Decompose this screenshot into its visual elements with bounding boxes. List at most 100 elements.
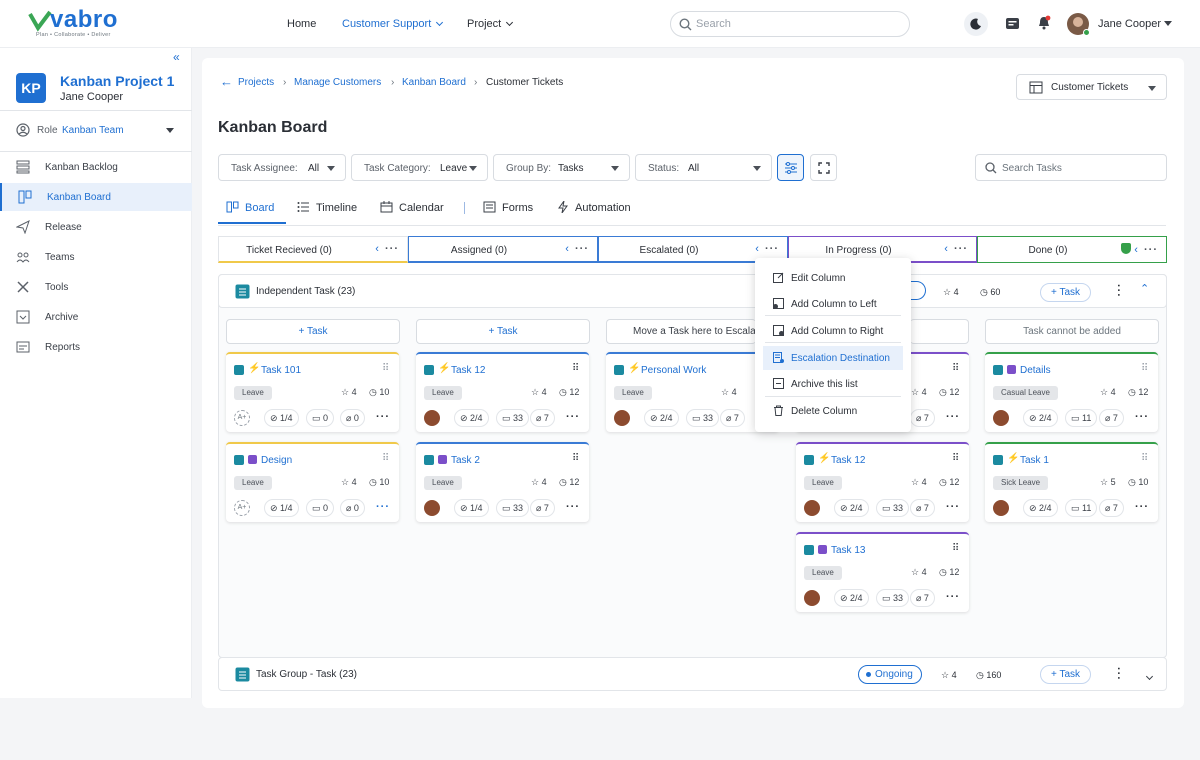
nav-customer-support[interactable]: Customer Support — [342, 18, 444, 30]
group-add-task-button[interactable]: + Task — [1040, 665, 1091, 684]
breadcrumb-projects[interactable]: Projects — [238, 77, 274, 88]
sidebar-item-archive[interactable]: Archive — [0, 303, 192, 331]
group-task-group[interactable]: Task Group - Task (23) Ongoing ☆ 4 ◷ 160… — [218, 657, 1167, 691]
more-options-icon[interactable]: ··· — [1144, 244, 1158, 256]
inbox-icon[interactable] — [1005, 17, 1020, 30]
project-title[interactable]: Kanban Project 1 — [60, 73, 174, 89]
group-independent-task[interactable]: Independent Task (23) ☆ 4 ◷ 60 + Task ··… — [218, 274, 1167, 308]
drag-handle-icon[interactable]: ⠿ — [382, 363, 389, 374]
menu-escalation-destination[interactable]: Escalation Destination — [763, 346, 903, 370]
tab-board[interactable]: Board — [226, 201, 274, 214]
sidebar-item-kanban-board[interactable]: Kanban Board — [0, 183, 192, 211]
search-tasks[interactable]: Search Tasks — [975, 154, 1167, 181]
more-options-icon[interactable]: ··· — [946, 591, 960, 603]
collapse-column-icon[interactable]: ‹ — [944, 243, 948, 255]
search-tasks-input[interactable]: Search Tasks — [1002, 163, 1062, 174]
user-menu-caret-icon[interactable] — [1164, 21, 1172, 26]
menu-edit-column[interactable]: Edit Column — [755, 266, 911, 290]
sidebar-item-release[interactable]: Release — [0, 213, 192, 241]
tab-timeline[interactable]: Timeline — [297, 201, 357, 214]
add-task-button[interactable]: + Task — [416, 319, 590, 344]
assignee-avatar[interactable] — [614, 410, 630, 426]
drag-handle-icon[interactable]: ⠿ — [952, 453, 959, 464]
search-input[interactable]: Search — [696, 18, 731, 30]
add-task-button[interactable] — [910, 319, 969, 344]
task-card[interactable]: Design ⠿ Leave ☆ 4 ◷ 10 A+ ⊘ 1/4 ▭ 0 ⌀ 0… — [226, 442, 399, 522]
drag-handle-icon[interactable]: ⠿ — [952, 543, 959, 554]
menu-archive-list[interactable]: Archive this list — [755, 372, 911, 396]
task-card[interactable]: Task 2 ⠿ Leave ☆ 4 ◷ 12 ⊘ 1/4 ▭ 33 ⌀ 7 ·… — [416, 442, 589, 522]
menu-add-column-left[interactable]: Add Column to Left — [755, 292, 911, 316]
view-select[interactable]: Customer Tickets — [1016, 74, 1167, 100]
global-search[interactable]: Search — [670, 11, 910, 37]
user-avatar[interactable] — [1067, 13, 1090, 36]
column-header-ticket-recieved[interactable]: Ticket Recieved (0) ‹ ··· — [218, 236, 408, 263]
assignee-avatar[interactable] — [424, 410, 440, 426]
drag-handle-icon[interactable]: ⠿ — [952, 363, 959, 374]
more-options-icon[interactable]: ··· — [1135, 411, 1149, 423]
task-card[interactable]: ⚡ Task 1 ⠿ Sick Leave ☆ 5 ◷ 10 ⊘ 2/4 ▭ 1… — [985, 442, 1158, 522]
filter-settings-button[interactable] — [777, 154, 804, 181]
task-card[interactable]: Task 13 ⠿ Leave ☆ 4 ◷ 12 ⊘ 2/4 ▭ 33 ⌀ 7 … — [796, 532, 969, 612]
collapse-column-icon[interactable]: ‹ — [755, 243, 759, 255]
group-add-task-button[interactable]: + Task — [1040, 283, 1091, 302]
sidebar-item-teams[interactable]: Teams — [0, 243, 192, 271]
more-options-icon[interactable]: ··· — [1112, 284, 1124, 298]
drag-handle-icon[interactable]: ⠿ — [382, 453, 389, 464]
task-card[interactable]: ⚡ Task 12 ⠿ Leave ☆ 4 ◷ 12 ⊘ 2/4 ▭ 33 ⌀ … — [796, 442, 969, 522]
column-header-done[interactable]: Done (0) ‹ ··· — [977, 236, 1167, 263]
task-card[interactable]: ⚡ Personal Work Leave ☆ 4 ⊘ 2/4 ▭ 33 ⌀ 7 — [606, 352, 779, 432]
user-name[interactable]: Jane Cooper — [1098, 18, 1161, 30]
menu-delete-column[interactable]: Delete Column — [755, 399, 911, 423]
drag-handle-icon[interactable]: ⠿ — [572, 453, 579, 464]
task-card[interactable]: ⚡ Task 101 ⠿ Leave ☆ 4 ◷ 10 A+ ⊘ 1/4 ▭ 0… — [226, 352, 399, 432]
collapse-column-icon[interactable]: ‹ — [1134, 244, 1138, 256]
more-options-icon[interactable]: ··· — [1135, 501, 1149, 513]
bell-icon[interactable] — [1037, 15, 1051, 31]
filter-task-category[interactable]: Task Category: Leave — [351, 154, 488, 181]
assignee-avatar[interactable] — [993, 500, 1009, 516]
assignee-avatar[interactable] — [424, 500, 440, 516]
collapse-sidebar-icon[interactable]: « — [173, 50, 180, 64]
tab-automation[interactable]: Automation — [557, 200, 631, 214]
nav-project[interactable]: Project — [467, 18, 514, 30]
task-card[interactable]: Details ⠿ Casual Leave ☆ 4 ◷ 12 ⊘ 2/4 ▭ … — [985, 352, 1158, 432]
filter-task-assignee[interactable]: Task Assignee: All — [218, 154, 346, 181]
role-caret-icon[interactable] — [166, 128, 174, 133]
filter-group-by[interactable]: Group By: Tasks — [493, 154, 630, 181]
assignee-avatar[interactable] — [804, 500, 820, 516]
drag-handle-icon[interactable]: ⠿ — [1141, 453, 1148, 464]
fullscreen-button[interactable] — [810, 154, 837, 181]
sidebar-item-tools[interactable]: Tools — [0, 273, 192, 301]
tab-forms[interactable]: Forms — [483, 201, 533, 214]
role-select[interactable]: Kanban Team — [62, 125, 124, 136]
assign-user-icon[interactable]: A+ — [234, 410, 250, 426]
add-task-button[interactable]: + Task — [226, 319, 400, 344]
more-options-icon[interactable]: ··· — [1112, 667, 1124, 681]
collapse-group-icon[interactable]: ⌃ — [1140, 282, 1149, 295]
breadcrumb-kanban-board[interactable]: Kanban Board — [402, 77, 466, 88]
nav-home[interactable]: Home — [287, 18, 316, 30]
more-options-icon[interactable]: ··· — [566, 501, 580, 513]
menu-add-column-right[interactable]: Add Column to Right — [755, 319, 911, 343]
assign-user-icon[interactable]: A+ — [234, 500, 250, 516]
collapse-column-icon[interactable]: ‹ — [565, 243, 569, 255]
sidebar-item-kanban-backlog[interactable]: Kanban Backlog — [0, 153, 192, 181]
back-arrow-icon[interactable]: ← — [220, 74, 233, 89]
breadcrumb-manage-customers[interactable]: Manage Customers — [294, 77, 381, 88]
more-options-icon[interactable]: ··· — [946, 501, 960, 513]
more-options-icon[interactable]: ··· — [376, 501, 390, 513]
tab-calendar[interactable]: Calendar — [380, 201, 444, 214]
collapse-column-icon[interactable]: ‹ — [375, 243, 379, 255]
brand-logo[interactable]: vabro — [50, 6, 118, 34]
drag-handle-icon[interactable]: ⠿ — [572, 363, 579, 374]
dark-mode-toggle[interactable] — [964, 12, 988, 36]
column-header-assigned[interactable]: Assigned (0) ‹ ··· — [408, 236, 598, 263]
task-card[interactable]: ⚡ Task 12 ⠿ Leave ☆ 4 ◷ 12 ⊘ 2/4 ▭ 33 ⌀ … — [416, 352, 589, 432]
drag-handle-icon[interactable]: ⠿ — [1141, 363, 1148, 374]
more-options-icon[interactable]: ··· — [946, 411, 960, 423]
sidebar-item-reports[interactable]: Reports — [0, 333, 192, 361]
more-options-icon[interactable]: ··· — [566, 411, 580, 423]
expand-group-icon[interactable] — [1145, 672, 1154, 681]
assignee-avatar[interactable] — [804, 590, 820, 606]
